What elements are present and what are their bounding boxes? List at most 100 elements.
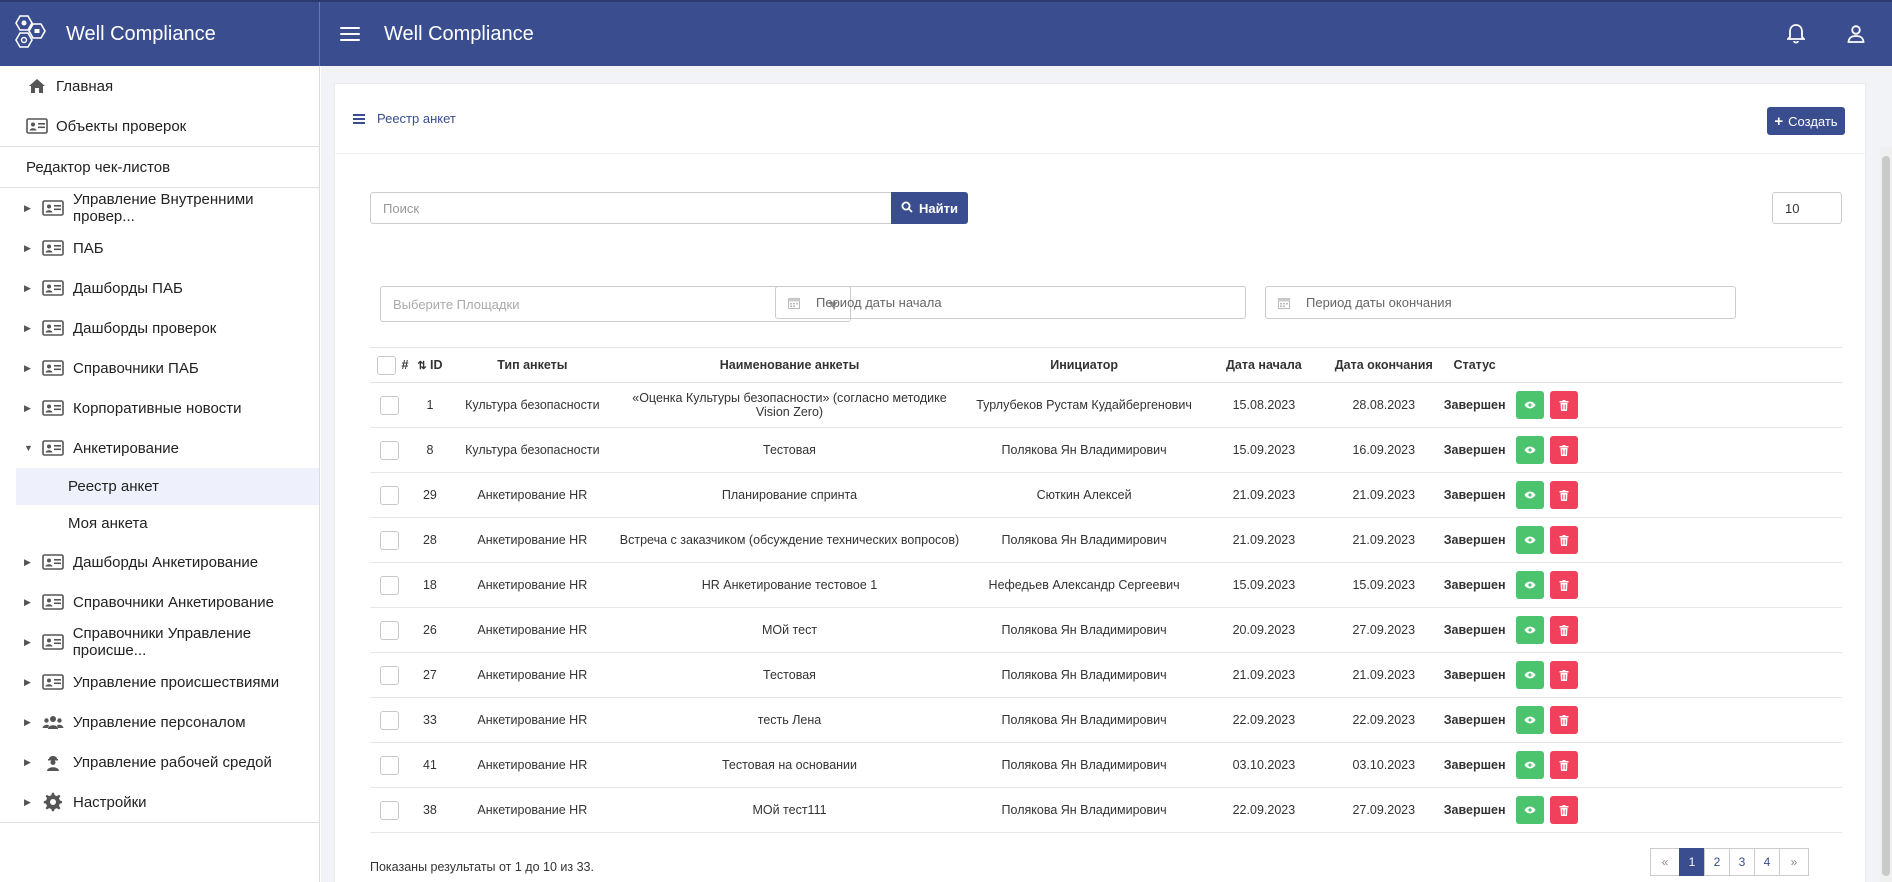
sidebar-group-1[interactable]: ▶ Дашборды Анкетирование [0,542,319,582]
delete-button[interactable] [1549,481,1578,509]
row-checkbox[interactable] [380,755,399,775]
sidebar-item-inspection-objects[interactable]: Объекты проверок [0,106,319,146]
row-checkbox[interactable] [380,485,399,505]
find-button[interactable]: Найти [891,192,968,224]
cell-start-date: 22.09.2023 [1203,787,1324,833]
plus-icon: + [1774,112,1784,130]
delete-button[interactable] [1549,391,1578,419]
row-checkbox[interactable] [380,395,399,415]
sidebar-group-5[interactable]: ▶ Справочники ПАБ [0,348,319,388]
end-date-range-input[interactable]: Период даты окончания [1265,286,1736,319]
caret-right-icon: ▶ [24,556,31,567]
menu-icon[interactable] [340,23,360,45]
view-button[interactable] [1515,526,1544,554]
cell-end-date: 28.08.2023 [1323,382,1444,428]
table-row[interactable]: 38 Анкетирование HR МОй тест111 Полякова Ян… [370,787,1842,833]
sort-icon: ⇅ [417,360,427,372]
sidebar-item-label: Справочники Анкетирование [73,593,274,611]
row-checkbox[interactable] [380,440,399,460]
caret-down-icon: ▼ [24,443,33,453]
caret-right-icon: ▶ [24,202,31,213]
page-size-input[interactable]: 10 [1772,192,1842,224]
row-checkbox[interactable] [380,710,399,730]
header-initiator[interactable]: Инициатор [964,347,1204,383]
delete-button[interactable] [1549,796,1578,824]
sidebar-item-survey-registry[interactable]: Реестр анкет [16,468,319,505]
delete-button[interactable] [1549,661,1578,689]
table-row[interactable]: 26 Анкетирование HR МОй тест Полякова Ян Вл… [370,607,1842,653]
view-button[interactable] [1515,436,1544,464]
delete-button[interactable] [1549,706,1578,734]
sidebar-group-3[interactable]: ▶ Справочники Управление происше... [0,622,319,662]
row-checkbox[interactable] [380,575,399,595]
sidebar-group-4[interactable]: ▶ Дашборды проверок [0,308,319,348]
caret-right-icon: ▶ [24,362,31,373]
sidebar-item-my-survey[interactable]: Моя анкета [0,505,319,542]
sidebar-group-2[interactable]: ▶ ПАБ [0,228,319,268]
table-row[interactable]: 18 Анкетирование HR HR Анкетирование тесто… [370,562,1842,608]
view-button[interactable] [1515,391,1544,419]
view-button[interactable] [1515,481,1544,509]
bell-icon[interactable] [1784,22,1808,46]
user-icon[interactable] [1844,22,1868,46]
next-page-button[interactable]: » [1779,848,1809,876]
delete-button[interactable] [1549,571,1578,599]
table-row[interactable]: 29 Анкетирование HR Планирование спринта Сю… [370,472,1842,518]
page-button-3[interactable]: 3 [1729,848,1755,876]
view-button[interactable] [1515,796,1544,824]
row-checkbox[interactable] [380,620,399,640]
delete-button[interactable] [1549,616,1578,644]
table-row[interactable]: 33 Анкетирование HR тесть Лена Полякова Ян … [370,697,1842,743]
table-row[interactable]: 28 Анкетирование HR Встреча с заказчиком (… [370,517,1842,563]
view-button[interactable] [1515,706,1544,734]
page-button-2[interactable]: 2 [1704,848,1730,876]
header-id[interactable]: ⇅ ID [409,347,450,383]
brand[interactable]: Well Compliance [0,2,320,66]
cell-name: Тестовая [614,652,965,698]
sidebar-group-1[interactable]: ▶ Управление Внутренними провер... [0,188,319,228]
cell-type: Культура безопасности [449,382,615,428]
view-button[interactable] [1515,616,1544,644]
row-checkbox[interactable] [380,665,399,685]
page-button-4[interactable]: 4 [1754,848,1780,876]
id-card-icon [42,593,64,611]
table-row[interactable]: 1 Культура безопасности «Оценка Культуры б… [370,382,1842,428]
id-card-icon [42,279,64,297]
prev-page-button[interactable]: « [1650,848,1680,876]
header-status[interactable]: Статус [1443,347,1506,383]
table-row[interactable]: 27 Анкетирование HR Тестовая Полякова Ян Вл… [370,652,1842,698]
delete-button[interactable] [1549,436,1578,464]
table-row[interactable]: 41 Анкетирование HR Тестовая на основании П… [370,742,1842,788]
header-name[interactable]: Наименование анкеты [614,347,965,383]
delete-button[interactable] [1549,751,1578,779]
sidebar-group-4[interactable]: ▶ Управление происшествиями [0,662,319,702]
sidebar-group-6[interactable]: ▶ Корпоративные новости [0,388,319,428]
top-bar: Well Compliance Well Compliance [0,0,1892,66]
header-type[interactable]: Тип анкеты [449,347,615,383]
scrollbar[interactable] [1880,146,1892,882]
select-all-checkbox[interactable] [377,355,396,375]
sidebar-group-2[interactable]: ▶ Справочники Анкетирование [0,582,319,622]
main-area: Реестр анкет + Создать Поиск Найти 10 Вы… [321,66,1892,882]
row-checkbox[interactable] [380,800,399,820]
table-row[interactable]: 8 Культура безопасности Тестовая Полякова Я… [370,427,1842,473]
view-button[interactable] [1515,751,1544,779]
start-date-range-input[interactable]: Период даты начала [775,286,1246,319]
create-button[interactable]: + Создать [1767,107,1845,135]
sidebar-group-3[interactable]: ▶ Дашборды ПАБ [0,268,319,308]
page-button-1[interactable]: 1 [1679,848,1705,876]
sidebar-item-home[interactable]: Главная [0,66,319,106]
search-input[interactable]: Поиск [370,192,892,224]
sidebar-group-6[interactable]: ▶ Управление рабочей средой [0,742,319,782]
sidebar-group-5[interactable]: ▶ Управление персоналом [0,702,319,742]
sidebar-group-7[interactable]: ▶ Настройки [0,782,319,822]
id-card-icon [42,199,64,217]
status-badge: Завершен [1443,382,1506,428]
view-button[interactable] [1515,661,1544,689]
row-checkbox[interactable] [380,530,399,550]
view-button[interactable] [1515,571,1544,599]
sidebar-group-surveys[interactable]: ▼ Анкетирование [0,428,319,468]
header-start-date[interactable]: Дата начала [1203,347,1324,383]
delete-button[interactable] [1549,526,1578,554]
header-end-date[interactable]: Дата окончания [1323,347,1444,383]
